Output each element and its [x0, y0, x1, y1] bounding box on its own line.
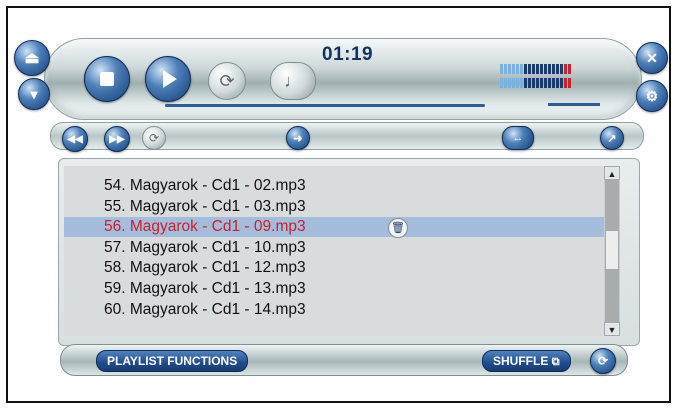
- balance-icon[interactable]: ↔: [502, 126, 534, 150]
- vu-bar: [540, 78, 543, 88]
- vu-bar: [524, 64, 527, 74]
- vu-bar: [520, 64, 523, 74]
- vu-bar: [548, 64, 551, 74]
- close-icon[interactable]: ✕: [636, 42, 668, 74]
- playlist-toggle-button[interactable]: ♩: [270, 62, 316, 100]
- vu-meter-left: [500, 64, 574, 74]
- vu-bar: [524, 78, 527, 88]
- vu-bar: [528, 78, 531, 88]
- seek-handle-icon[interactable]: ➜: [286, 126, 310, 150]
- vu-bar: [536, 64, 539, 74]
- vu-bar: [568, 78, 571, 88]
- shuffle-button[interactable]: SHUFFLE ⧉: [482, 350, 571, 372]
- vu-bar: [568, 64, 571, 74]
- vu-bar: [560, 78, 563, 88]
- vu-bar: [528, 64, 531, 74]
- playlist-functions-label: PLAYLIST FUNCTIONS: [107, 354, 238, 368]
- list-item-label: 55. Magyarok - Cd1 - 03.mp3: [104, 197, 306, 215]
- volume-track[interactable]: [548, 103, 600, 106]
- time-display: 01:19: [322, 44, 374, 65]
- stop-icon: [100, 72, 114, 86]
- playlist-refresh-icon[interactable]: ⟳: [590, 348, 616, 374]
- repeat-button[interactable]: ⟳: [208, 62, 246, 100]
- play-button[interactable]: [145, 56, 191, 102]
- vu-bar: [512, 78, 515, 88]
- vu-meter-right: [500, 78, 574, 88]
- playlist-functions-button[interactable]: PLAYLIST FUNCTIONS: [96, 350, 249, 372]
- list-item[interactable]: 60. Magyarok - Cd1 - 14.mp3: [64, 300, 604, 320]
- vu-bar: [504, 64, 507, 74]
- list-item-label: 57. Magyarok - Cd1 - 10.mp3: [104, 238, 306, 256]
- scroll-track: [605, 270, 619, 322]
- shuffle-icon: ⧉: [551, 356, 560, 368]
- list-item[interactable]: 55. Magyarok - Cd1 - 03.mp3: [64, 197, 604, 217]
- vu-bar: [544, 78, 547, 88]
- list-item[interactable]: 56. Magyarok - Cd1 - 09.mp3 🗑: [64, 217, 604, 239]
- shuffle-label: SHUFFLE: [493, 354, 549, 368]
- list-item[interactable]: 57. Magyarok - Cd1 - 10.mp3: [64, 238, 604, 258]
- vu-bar: [500, 78, 503, 88]
- scroll-thumb[interactable]: [605, 230, 619, 270]
- list-item-label: 56. Magyarok - Cd1 - 09.mp3: [104, 218, 306, 236]
- settings-icon[interactable]: ⚙: [636, 80, 668, 112]
- vu-bar: [500, 64, 503, 74]
- vu-bar: [508, 78, 511, 88]
- fast-forward-icon[interactable]: ▶▶: [104, 126, 130, 152]
- vu-bar: [556, 78, 559, 88]
- vu-bar: [536, 78, 539, 88]
- vu-bar: [520, 78, 523, 88]
- vu-bar: [564, 64, 567, 74]
- vu-bar: [512, 64, 515, 74]
- vu-bar: [508, 64, 511, 74]
- vu-bar: [560, 64, 563, 74]
- list-item-label: 54. Magyarok - Cd1 - 02.mp3: [104, 177, 306, 194]
- vu-bar: [564, 78, 567, 88]
- refresh-icon[interactable]: ⟳: [142, 126, 166, 150]
- vu-bar: [556, 64, 559, 74]
- seek-panel: [50, 122, 644, 150]
- minimize-icon[interactable]: ▾: [18, 78, 50, 110]
- eject-icon[interactable]: ⏏: [14, 40, 50, 76]
- vu-bar: [540, 64, 543, 74]
- trash-icon[interactable]: 🗑: [388, 218, 408, 239]
- vu-bar: [548, 78, 551, 88]
- scroll-down-icon[interactable]: ▼: [604, 322, 620, 336]
- scroll-track: [605, 180, 619, 230]
- playlist-scrollbar[interactable]: ▲ ▼: [604, 166, 620, 336]
- vu-bar: [532, 78, 535, 88]
- repeat-icon: ⟳: [219, 70, 235, 91]
- note-icon: ♩: [284, 70, 302, 91]
- play-icon: [163, 70, 177, 88]
- list-item-label: 60. Magyarok - Cd1 - 14.mp3: [104, 300, 306, 318]
- scroll-up-icon[interactable]: ▲: [604, 166, 620, 180]
- rewind-icon[interactable]: ◀◀: [62, 126, 88, 152]
- vu-bar: [504, 78, 507, 88]
- volume-icon[interactable]: ↗: [600, 126, 624, 150]
- list-item-label: 59. Magyarok - Cd1 - 13.mp3: [104, 280, 306, 297]
- vu-bar: [552, 78, 555, 88]
- seek-track[interactable]: [165, 104, 485, 107]
- list-item[interactable]: 58. Magyarok - Cd1 - 12.mp3: [64, 258, 604, 278]
- vu-bar: [532, 64, 535, 74]
- list-item[interactable]: 54. Magyarok - Cd1 - 02.mp3: [64, 176, 604, 196]
- vu-bar: [544, 64, 547, 74]
- vu-bar: [552, 64, 555, 74]
- vu-bar: [516, 64, 519, 74]
- stop-button[interactable]: [84, 56, 130, 102]
- list-item-label: 58. Magyarok - Cd1 - 12.mp3: [104, 259, 306, 277]
- list-item[interactable]: 59. Magyarok - Cd1 - 13.mp3: [64, 279, 604, 299]
- vu-bar: [516, 78, 519, 88]
